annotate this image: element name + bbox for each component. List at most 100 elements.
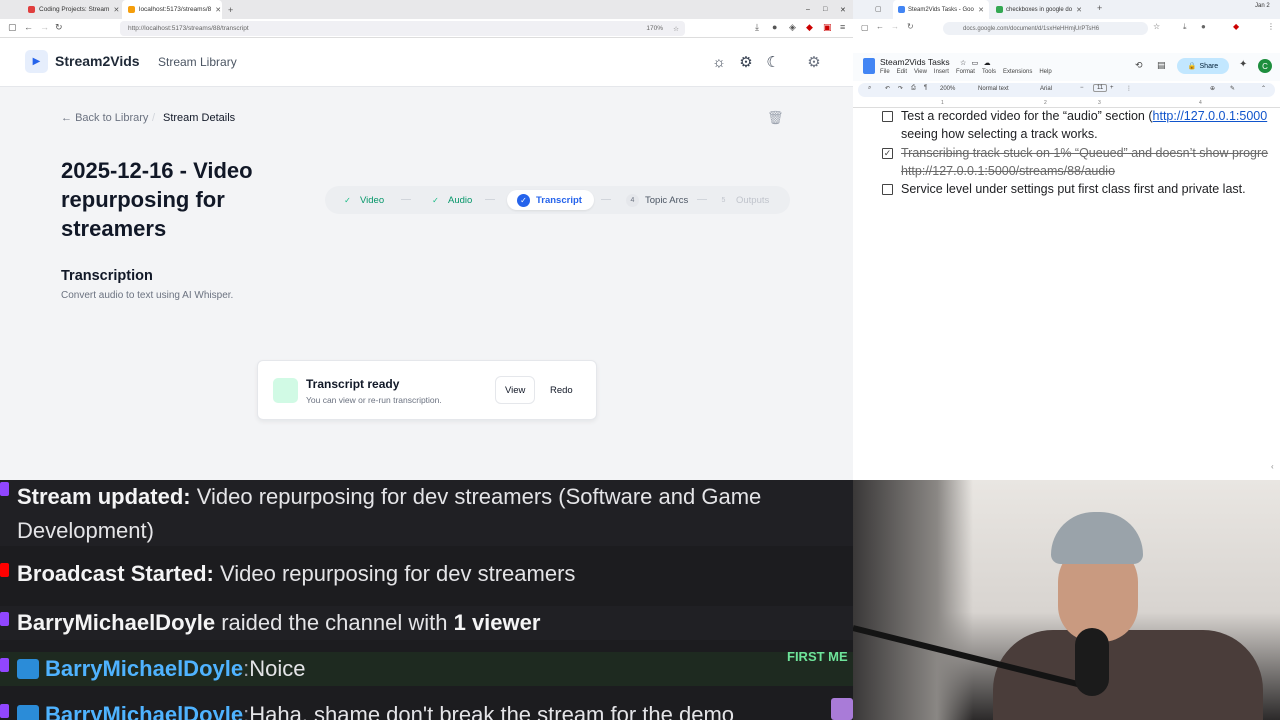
step-topic-arcs[interactable]: 4 Topic Arcs xyxy=(626,190,688,210)
bookmark-star-icon[interactable]: ☆ xyxy=(1153,22,1160,31)
menu-tools[interactable]: Tools xyxy=(982,69,996,75)
extension-icon[interactable]: ● xyxy=(772,22,777,32)
edit-mode-icon[interactable]: ✎ xyxy=(1230,85,1235,92)
reload-icon[interactable]: ↻ xyxy=(907,22,914,31)
reload-icon[interactable]: ↻ xyxy=(55,22,63,33)
undo-icon[interactable]: ↶ xyxy=(885,85,890,92)
shield-icon[interactable]: ◈ xyxy=(789,22,796,33)
share-button[interactable]: 🔒 Share xyxy=(1177,58,1229,74)
extension-icon[interactable]: ▣ xyxy=(823,22,832,33)
redo-icon[interactable]: ↷ xyxy=(898,85,903,92)
maximize-icon[interactable]: □ xyxy=(823,6,827,13)
print-icon[interactable]: ⎙ xyxy=(911,85,916,92)
sidebar-icon[interactable]: ▢ xyxy=(861,23,869,32)
menu-format[interactable]: Format xyxy=(956,69,975,75)
webcam-feed xyxy=(853,480,1280,720)
comment-icon[interactable]: ▤ xyxy=(1157,60,1166,71)
download-icon[interactable]: ⤓ xyxy=(1183,22,1187,32)
close-icon[interactable]: ✕ xyxy=(1076,6,1082,14)
forward-icon[interactable]: → xyxy=(40,22,49,32)
step-label: Video xyxy=(360,194,385,206)
sidebar-icon[interactable]: ▢ xyxy=(8,22,17,33)
back-icon[interactable]: ← xyxy=(876,22,884,31)
new-tab-icon[interactable]: + xyxy=(1097,3,1102,13)
minimize-icon[interactable]: – xyxy=(806,6,810,13)
more-icon[interactable]: ⋮ xyxy=(1126,85,1132,92)
font-size-input[interactable]: 11 xyxy=(1093,84,1108,92)
task-checkbox-unchecked[interactable] xyxy=(882,111,893,122)
step-transcript[interactable]: ✓ Transcript xyxy=(507,190,594,210)
forward-icon[interactable]: → xyxy=(891,22,899,31)
ruler[interactable]: 1 2 3 4 xyxy=(853,99,1280,108)
menu-edit[interactable]: Edit xyxy=(897,69,907,75)
moon-icon[interactable]: ☾ xyxy=(762,51,784,73)
browser-tab-tasks-doc[interactable]: Steam2Vids Tasks - Goo ✕ xyxy=(893,0,989,19)
extension-icon[interactable]: ◆ xyxy=(1233,22,1239,31)
sun-icon[interactable]: ☼ xyxy=(708,51,730,73)
menu-icon[interactable]: ⋮ xyxy=(1267,22,1275,31)
back-icon[interactable]: ← xyxy=(24,22,33,32)
increase-font-icon[interactable]: + xyxy=(1110,85,1114,91)
chevron-up-icon[interactable]: ⌃ xyxy=(1261,85,1266,92)
menu-extensions[interactable]: Extensions xyxy=(1003,69,1032,75)
font-select[interactable]: Arial xyxy=(1040,86,1052,92)
zoom-level[interactable]: 170% xyxy=(646,25,663,32)
nav-stream-library[interactable]: Stream Library xyxy=(158,55,237,69)
browser-tab-search[interactable]: checkboxes in google do ✕ xyxy=(991,0,1087,19)
brand-name[interactable]: Stream2Vids xyxy=(55,53,140,69)
play-icon[interactable]: ▶ xyxy=(25,50,48,73)
chevron-left-icon[interactable]: ‹ xyxy=(1271,462,1274,471)
history-icon[interactable]: ⟲ xyxy=(1135,60,1143,71)
docs-menu-bar: File Edit View Insert Format Tools Exten… xyxy=(880,69,1052,75)
address-input[interactable]: docs.google.com/document/d/1sxHeHHmjUrPT… xyxy=(943,22,1148,35)
close-icon[interactable]: ✕ xyxy=(978,6,984,14)
task-checkbox-unchecked[interactable] xyxy=(882,184,893,195)
view-button[interactable]: View xyxy=(496,377,535,403)
browser-tab-localhost[interactable]: localhost:5173/streams/8 ✕ xyxy=(122,0,222,19)
avatar[interactable]: C xyxy=(1258,59,1272,73)
auto-theme-icon[interactable]: ⚙ xyxy=(735,51,757,73)
step-audio[interactable]: ✓ Audio xyxy=(429,190,472,210)
extension-icon[interactable]: ● xyxy=(1201,22,1206,31)
menu-view[interactable]: View xyxy=(914,69,927,75)
window-close-icon[interactable]: ✕ xyxy=(840,6,846,14)
close-icon[interactable]: ✕ xyxy=(215,6,221,14)
docs-toolbar: ⌕ ↶ ↷ ⎙ ¶ 200% Normal text Arial − 11 + … xyxy=(858,83,1275,97)
star-icon[interactable]: ☆ xyxy=(960,60,966,67)
menu-help[interactable]: Help xyxy=(1039,69,1051,75)
menu-insert[interactable]: Insert xyxy=(934,69,949,75)
docs-logo-icon[interactable] xyxy=(863,58,875,74)
task-link[interactable]: http://127.0.0.1:5000 xyxy=(1153,109,1268,123)
paint-format-icon[interactable]: ¶ xyxy=(924,85,927,91)
search-menus-icon[interactable]: ⌕ xyxy=(868,85,871,92)
close-icon[interactable]: ✕ xyxy=(113,6,119,14)
right-tab-strip: ▢ Steam2Vids Tasks - Goo ✕ checkboxes in… xyxy=(853,0,1280,19)
new-tab-icon[interactable]: + xyxy=(228,5,233,15)
address-input[interactable]: http://localhost:5173/streams/88/transcr… xyxy=(120,21,685,36)
gear-icon[interactable]: ⚙ xyxy=(803,51,825,73)
style-select[interactable]: Normal text xyxy=(978,86,1009,92)
menu-file[interactable]: File xyxy=(880,69,890,75)
sync-icon[interactable]: ⊕ xyxy=(1210,85,1215,92)
gemini-icon[interactable]: ✦ xyxy=(1239,59,1247,70)
browser-tab-coding-projects[interactable]: Coding Projects: Stream ✕ xyxy=(22,0,122,19)
check-icon: ✓ xyxy=(517,193,530,207)
folder-icon[interactable]: ▭ xyxy=(972,60,979,67)
cloud-icon: ☁ xyxy=(983,60,991,67)
menu-icon[interactable]: ≡ xyxy=(840,22,845,32)
document-title[interactable]: Steam2Vids Tasks ☆ ▭ ☁ xyxy=(880,57,991,67)
decrease-font-icon[interactable]: − xyxy=(1080,85,1084,91)
download-icon[interactable]: ⤓ xyxy=(755,22,759,33)
url-text: http://localhost:5173/streams/88/transcr… xyxy=(128,25,249,32)
task-checkbox-checked[interactable]: ✓ xyxy=(882,148,893,159)
tab-label: checkboxes in google do xyxy=(1006,6,1073,13)
zoom-select[interactable]: 200% xyxy=(940,86,955,92)
step-video[interactable]: ✓ Video xyxy=(341,190,384,210)
back-to-library-link[interactable]: ← Back to Library xyxy=(61,112,148,124)
redo-button[interactable]: Redo xyxy=(541,377,582,403)
tab-search-icon[interactable]: ▢ xyxy=(875,5,882,13)
extension-icon[interactable]: ◆ xyxy=(806,22,813,33)
docs-favicon-icon xyxy=(898,6,905,13)
bookmark-star-icon[interactable]: ☆ xyxy=(673,25,679,33)
trash-icon[interactable]: 🗑 xyxy=(767,110,784,126)
